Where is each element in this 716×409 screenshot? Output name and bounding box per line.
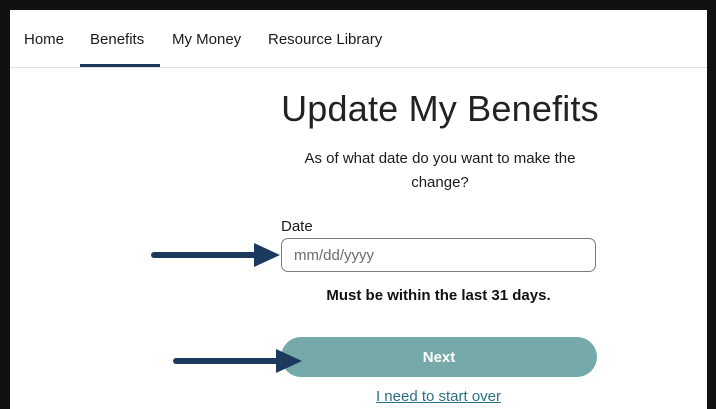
nav-item-my-money[interactable]: My Money	[172, 31, 241, 48]
nav-item-resource-library[interactable]: Resource Library	[268, 31, 382, 48]
nav-item-benefits[interactable]: Benefits	[90, 31, 144, 48]
next-button[interactable]: Next	[281, 337, 597, 377]
date-input[interactable]	[281, 238, 596, 272]
page-title: Update My Benefits	[281, 88, 599, 129]
date-question: As of what date do you want to make the …	[304, 150, 576, 191]
arrow-right-icon	[173, 349, 302, 373]
arrow-right-icon	[151, 243, 280, 267]
top-nav: Home Benefits My Money Resource Library	[10, 10, 707, 68]
nav-item-home[interactable]: Home	[24, 31, 64, 48]
date-label: Date	[281, 218, 313, 235]
date-hint: Must be within the last 31 days.	[326, 287, 551, 304]
active-tab-indicator	[80, 64, 160, 67]
screenshot-frame: Home Benefits My Money Resource Library …	[0, 0, 716, 409]
start-over-link[interactable]: I need to start over	[281, 388, 596, 405]
